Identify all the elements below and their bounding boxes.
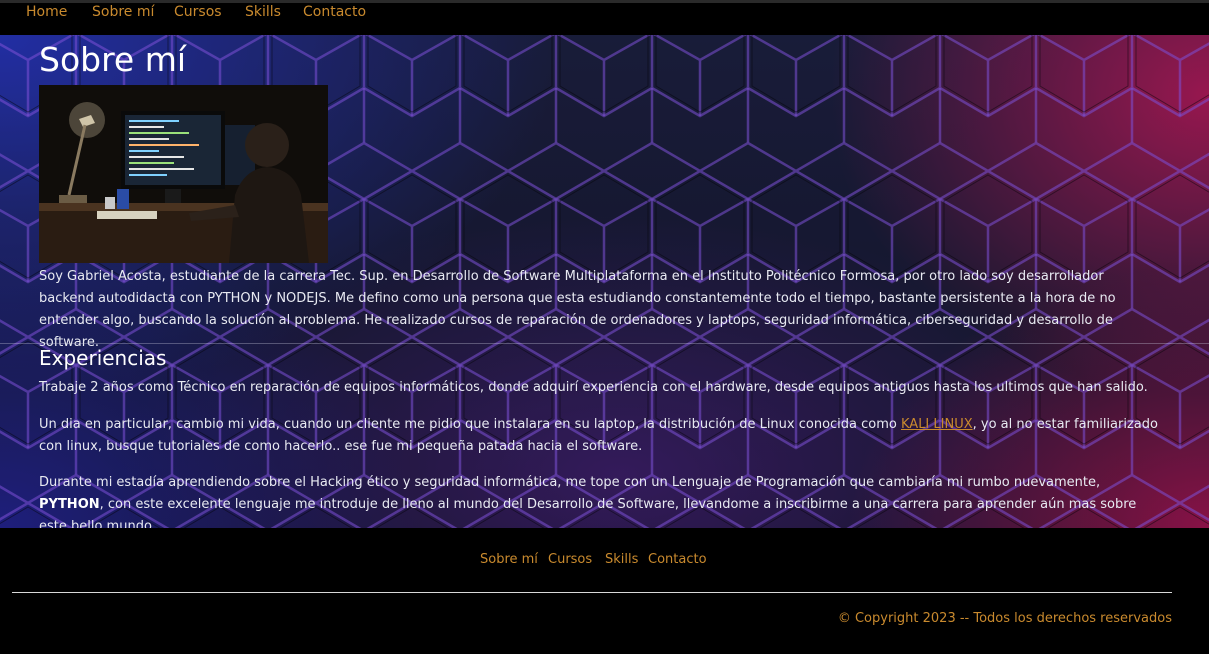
kali-linux-link[interactable]: KALI LINUX	[901, 417, 973, 432]
experience-p3-text-start: Durante mi estadía aprendiendo sobre el …	[39, 475, 1101, 490]
developer-at-computer-icon	[39, 85, 328, 263]
bio-paragraph: Soy Gabriel Acosta, estudiante de la car…	[39, 269, 1116, 350]
footer-divider	[12, 592, 1172, 593]
experience-paragraph-1: Trabaje 2 años como Técnico en reparació…	[39, 380, 1148, 395]
about-content: Sobre mí Soy Gabriel Acosta, estudiante …	[0, 35, 1209, 528]
hero-section: Sobre mí Soy Gabriel Acosta, estudiante …	[0, 35, 1209, 528]
page-title: Sobre mí	[39, 40, 187, 79]
experience-heading: Experiencias	[39, 346, 167, 370]
top-navbar: Home Sobre mí Cursos Skills Contacto	[0, 0, 1209, 35]
experience-p2-text-start: Un dia en particular, cambio mi vida, cu…	[39, 417, 901, 432]
footer-link-skills[interactable]: Skills	[605, 552, 638, 567]
page-footer: Sobre mí Cursos Skills Contacto © Copyri…	[0, 528, 1209, 654]
nav-link-home[interactable]: Home	[26, 4, 67, 20]
nav-link-sobre-mi[interactable]: Sobre mí	[92, 4, 154, 20]
footer-link-sobre-mi[interactable]: Sobre mí	[480, 552, 538, 567]
copyright-text: © Copyright 2023 -- Todos los derechos r…	[837, 611, 1172, 626]
developer-photo	[39, 85, 328, 263]
footer-link-contacto[interactable]: Contacto	[648, 552, 707, 567]
experience-paragraph-2: Un dia en particular, cambio mi vida, cu…	[39, 414, 1179, 458]
nav-link-skills[interactable]: Skills	[245, 4, 281, 20]
nav-link-contacto[interactable]: Contacto	[303, 4, 366, 20]
experience-p3-text-end: , con este excelente lenguaje me introdu…	[39, 497, 1137, 528]
nav-link-cursos[interactable]: Cursos	[174, 4, 222, 20]
footer-link-cursos[interactable]: Cursos	[548, 552, 592, 567]
experience-paragraph-3: Durante mi estadía aprendiendo sobre el …	[39, 472, 1159, 528]
python-highlight: PYTHON	[39, 497, 100, 512]
section-divider	[0, 343, 1209, 344]
